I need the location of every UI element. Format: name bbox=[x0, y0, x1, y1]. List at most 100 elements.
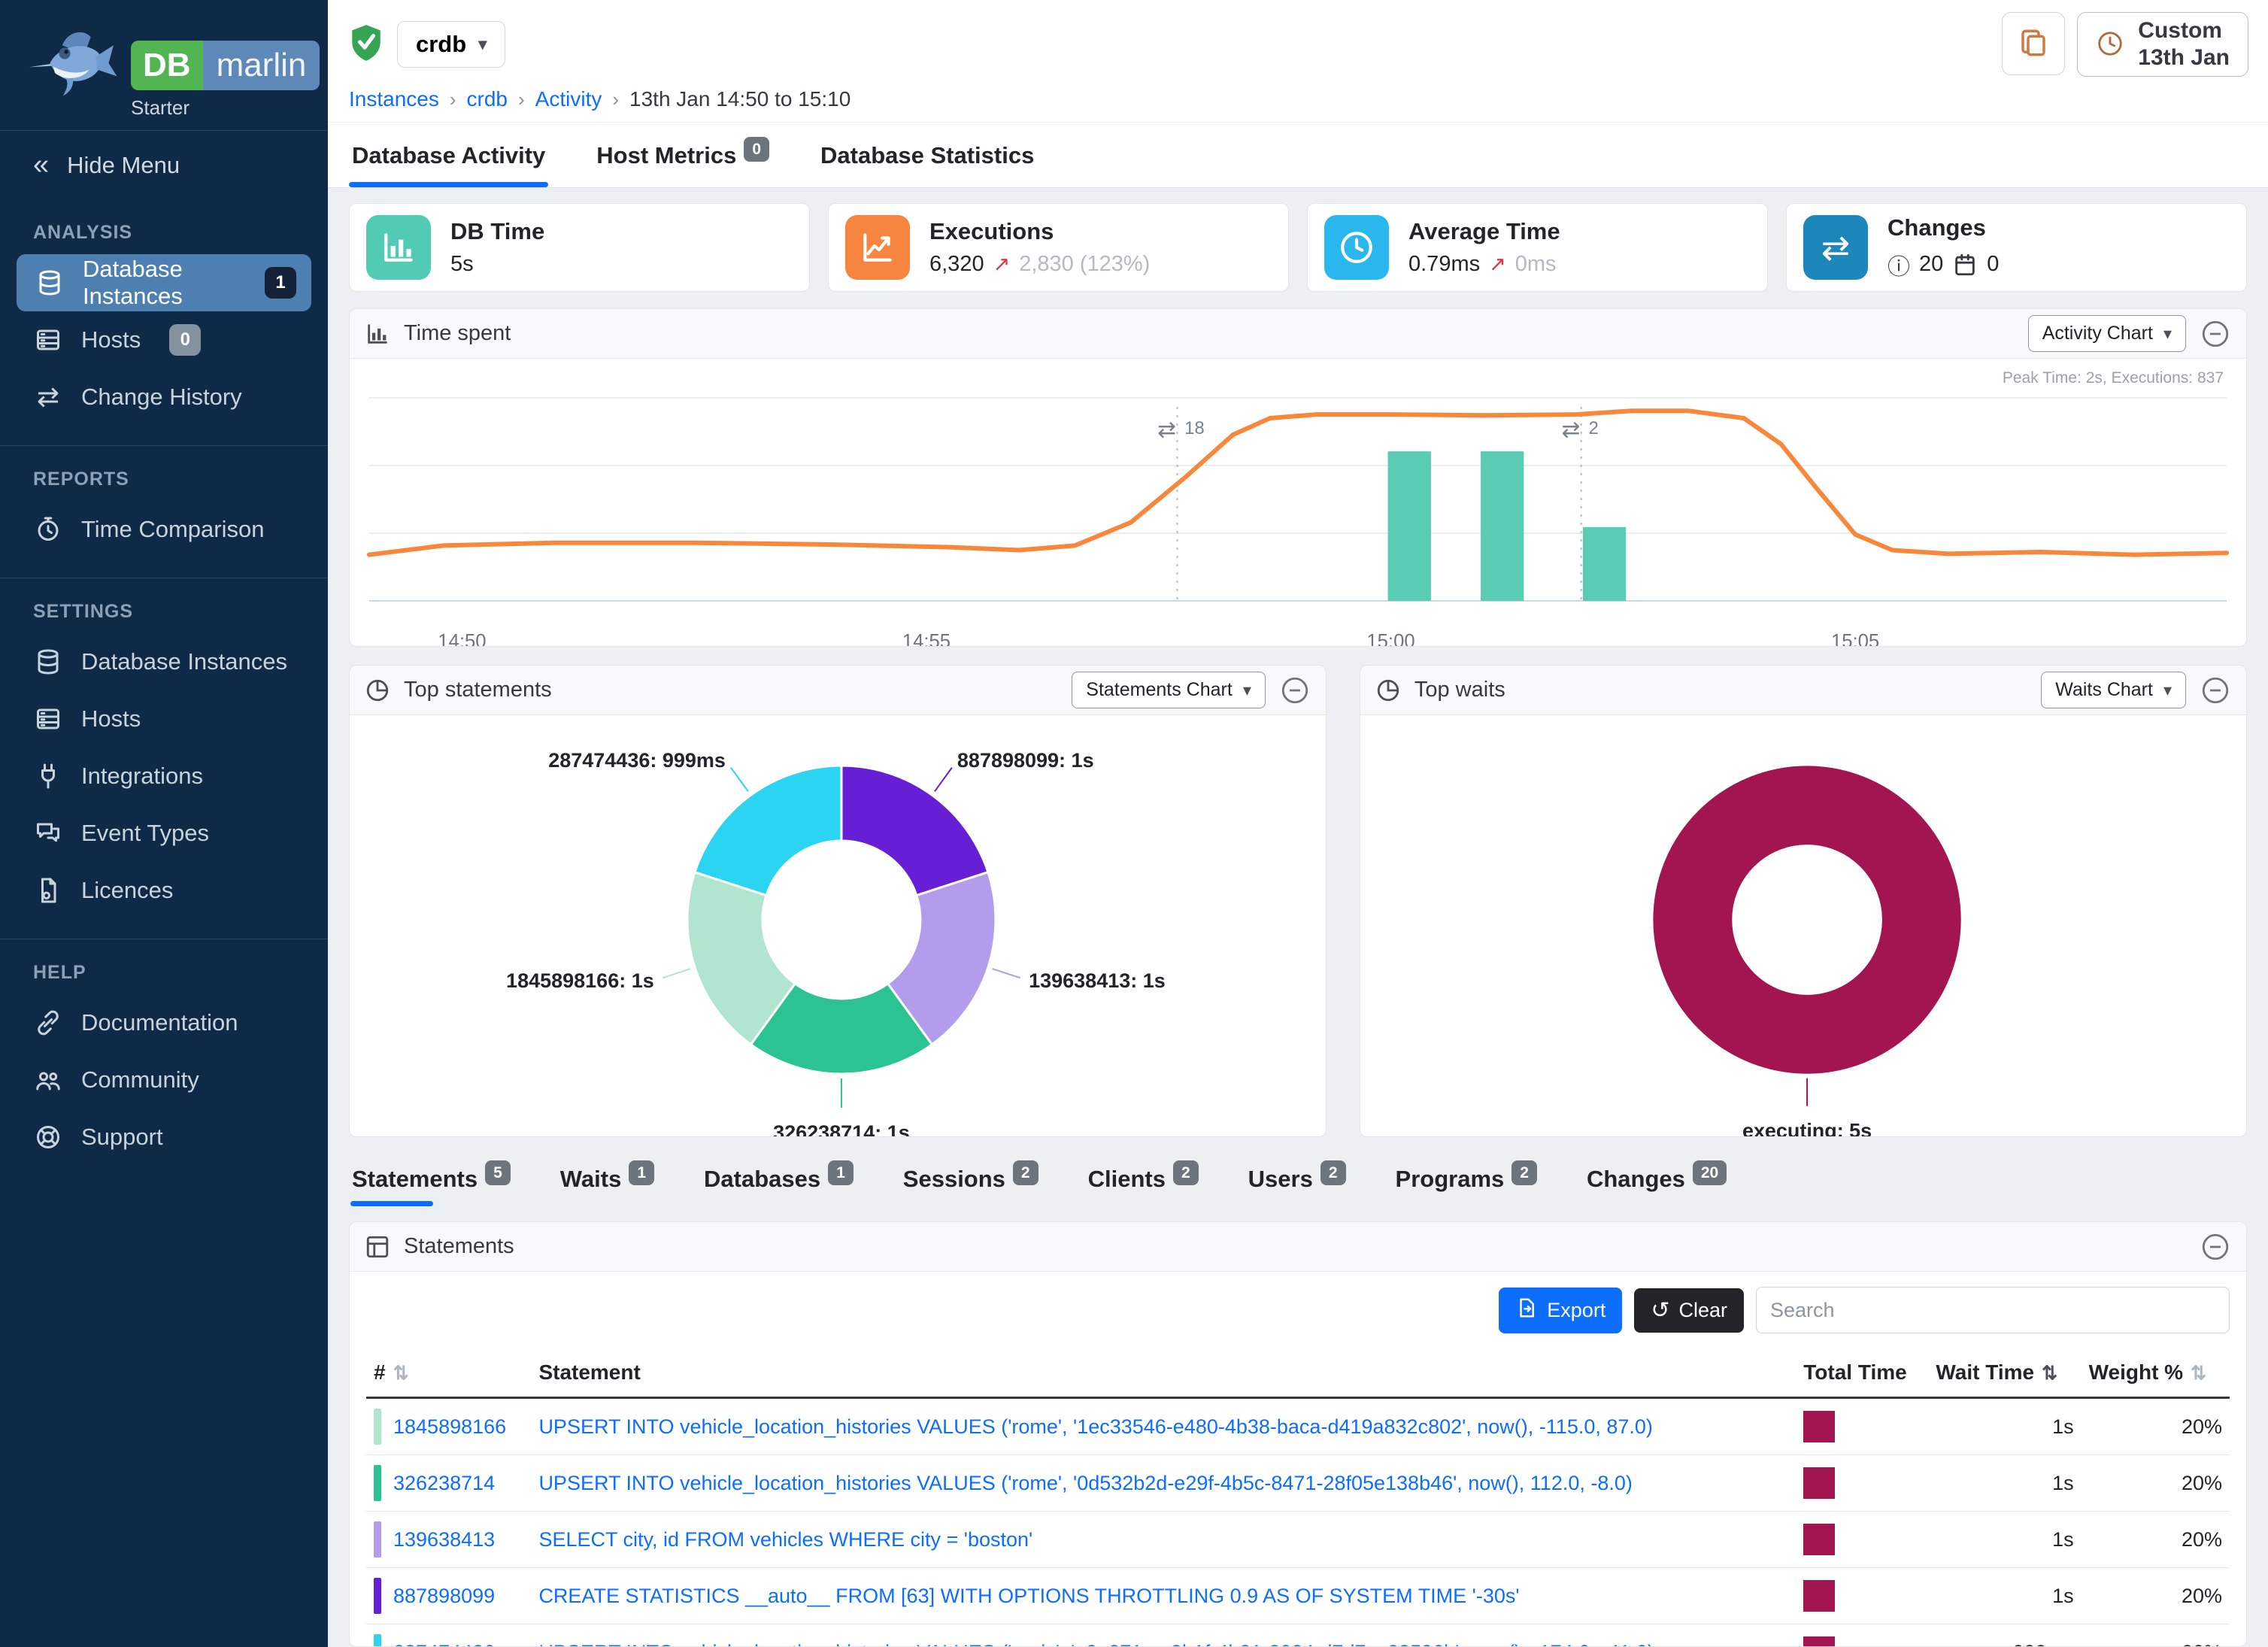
sidebar-item-support[interactable]: Support bbox=[0, 1109, 328, 1166]
clear-button[interactable]: ↺ Clear bbox=[1634, 1288, 1744, 1333]
card-value-row: 0.79ms↗0ms bbox=[1408, 252, 1560, 277]
activity-chart-selector[interactable]: Activity Chart ▾ bbox=[2028, 315, 2186, 352]
svg-text:18: 18 bbox=[1184, 418, 1204, 438]
detail-tab-changes[interactable]: Changes20 bbox=[1585, 1160, 1728, 1206]
chevron-down-icon: ▾ bbox=[478, 35, 487, 54]
licences-icon bbox=[33, 875, 63, 905]
documentation-icon bbox=[33, 1008, 63, 1038]
weight-value: 20% bbox=[2082, 1568, 2230, 1624]
column-header-[interactable]: #⇅ bbox=[366, 1348, 531, 1398]
waits-chart-selector[interactable]: Waits Chart ▾ bbox=[2041, 672, 2186, 708]
undo-icon: ↺ bbox=[1651, 1297, 1669, 1324]
detail-tab-label: Users bbox=[1248, 1166, 1313, 1192]
hide-menu-button[interactable]: « Hide Menu bbox=[0, 130, 328, 199]
detail-tab-databases[interactable]: Databases1 bbox=[702, 1160, 855, 1206]
svg-text:326238714: 1s: 326238714: 1s bbox=[773, 1121, 910, 1136]
statement-id-link[interactable]: 139638413 bbox=[393, 1528, 495, 1551]
community-icon bbox=[33, 1065, 63, 1095]
sidebar-item-community[interactable]: Community bbox=[0, 1051, 328, 1109]
breadcrumb-item-instances[interactable]: Instances bbox=[349, 87, 439, 111]
tab-badge: 0 bbox=[744, 137, 769, 162]
statement-id-link[interactable]: 1845898166 bbox=[393, 1415, 506, 1439]
detail-tab-clients[interactable]: Clients2 bbox=[1087, 1160, 1200, 1206]
column-header-weight[interactable]: Weight %⇅ bbox=[2082, 1348, 2230, 1398]
breadcrumb-separator: › bbox=[439, 88, 467, 111]
sidebar-item-label: Hosts bbox=[81, 705, 141, 733]
statement-id-link[interactable]: 326238714 bbox=[393, 1472, 495, 1495]
statement-link[interactable]: UPSERT INTO vehicle_location_histories V… bbox=[538, 1415, 1652, 1438]
sidebar-item-hosts[interactable]: Hosts0 bbox=[0, 311, 328, 369]
brand-db: DB bbox=[131, 41, 203, 90]
search-input[interactable] bbox=[1756, 1287, 2230, 1333]
statement-id-link[interactable]: 287474436 bbox=[393, 1641, 495, 1647]
peak-annotation: Peak Time: 2s, Executions: 837 bbox=[2003, 369, 2224, 387]
pie-chart-icon bbox=[365, 678, 390, 703]
detail-tab-label: Databases bbox=[704, 1166, 820, 1192]
detail-tab-statements[interactable]: Statements5 bbox=[350, 1160, 512, 1206]
statement-link[interactable]: UPSERT INTO vehicle_location_histories V… bbox=[538, 1472, 1632, 1494]
tab-label: Host Metrics bbox=[596, 142, 736, 168]
brand-logo[interactable]: DB marlin Starter bbox=[0, 0, 328, 130]
collapse-panel-icon[interactable] bbox=[2200, 1231, 2231, 1263]
event-types-icon bbox=[33, 818, 63, 848]
column-label: Wait Time bbox=[1936, 1360, 2034, 1384]
detail-tab-label: Clients bbox=[1088, 1166, 1166, 1192]
time-comparison-icon bbox=[33, 514, 63, 544]
tab-database-statistics[interactable]: Database Statistics bbox=[817, 123, 1037, 187]
detail-tab-sessions[interactable]: Sessions2 bbox=[902, 1160, 1040, 1206]
detail-tab-badge: 1 bbox=[629, 1160, 654, 1185]
detail-tab-programs[interactable]: Programs2 bbox=[1394, 1160, 1539, 1206]
export-icon bbox=[1515, 1297, 1538, 1324]
export-button[interactable]: Export bbox=[1499, 1288, 1622, 1333]
breadcrumb-item-13th-jan-14-50-to-15-10: 13th Jan 14:50 to 15:10 bbox=[629, 87, 850, 111]
sidebar-item-database-instances[interactable]: Database Instances1 bbox=[17, 254, 311, 311]
sidebar-item-integrations[interactable]: Integrations bbox=[0, 748, 328, 805]
tab-host-metrics[interactable]: Host Metrics 0 bbox=[593, 123, 772, 187]
tab-database-activity[interactable]: Database Activity bbox=[349, 123, 548, 187]
sort-icon: ⇅ bbox=[2191, 1363, 2206, 1384]
card-delta: 2,830 (123%) bbox=[1019, 252, 1150, 277]
card-value-row: ⓘ200 bbox=[1887, 248, 1999, 281]
collapse-panel-icon[interactable] bbox=[2200, 318, 2231, 350]
statement-color-bar bbox=[374, 1465, 381, 1501]
sidebar-item-licences[interactable]: Licences bbox=[0, 862, 328, 919]
statement-link[interactable]: CREATE STATISTICS __auto__ FROM [63] WIT… bbox=[538, 1585, 1519, 1607]
sort-icon: ⇅ bbox=[2042, 1363, 2057, 1384]
wait-time-value: 1s bbox=[1928, 1455, 2081, 1512]
card-average-time: Average Time0.79ms↗0ms bbox=[1307, 203, 1768, 292]
calendar-icon bbox=[1952, 252, 1978, 278]
trend-up-icon: ↗ bbox=[993, 253, 1011, 276]
svg-text:287474436: 999ms: 287474436: 999ms bbox=[548, 749, 726, 772]
card-changes: ⇄Changesⓘ200 bbox=[1786, 203, 2247, 292]
total-time-bar bbox=[1803, 1524, 1835, 1555]
sidebar-item-hosts[interactable]: Hosts bbox=[0, 690, 328, 748]
card-title: DB Time bbox=[450, 218, 544, 245]
sidebar-item-documentation[interactable]: Documentation bbox=[0, 994, 328, 1051]
statement-color-bar bbox=[374, 1634, 381, 1647]
breadcrumb-item-activity[interactable]: Activity bbox=[535, 87, 602, 111]
sidebar-item-database-instances[interactable]: Database Instances bbox=[0, 633, 328, 690]
collapse-panel-icon[interactable] bbox=[2200, 675, 2231, 706]
collapse-panel-icon[interactable] bbox=[1279, 675, 1311, 706]
table-toolbar: Export ↺ Clear bbox=[350, 1272, 2246, 1338]
detail-tab-waits[interactable]: Waits1 bbox=[559, 1160, 656, 1206]
instance-selector[interactable]: crdb ▾ bbox=[397, 21, 505, 68]
column-header-wait-time[interactable]: Wait Time ⇅ bbox=[1928, 1348, 2081, 1398]
brand-marlin: marlin bbox=[203, 41, 320, 90]
detail-tab-users[interactable]: Users2 bbox=[1247, 1160, 1348, 1206]
time-range-button[interactable]: Custom 13th Jan bbox=[2077, 12, 2248, 77]
sidebar-section-settings: SETTINGSDatabase InstancesHostsIntegrati… bbox=[0, 578, 328, 939]
statements-chart-selector[interactable]: Statements Chart ▾ bbox=[1072, 672, 1266, 708]
copy-link-button[interactable] bbox=[2002, 12, 2065, 75]
breadcrumb-item-crdb[interactable]: crdb bbox=[467, 87, 508, 111]
total-time-bar bbox=[1803, 1467, 1835, 1499]
sidebar-item-change-history[interactable]: ⇄Change History bbox=[0, 369, 328, 426]
statement-link[interactable]: SELECT city, id FROM vehicles WHERE city… bbox=[538, 1528, 1032, 1551]
sidebar-item-event-types[interactable]: Event Types bbox=[0, 805, 328, 862]
statement-id-link[interactable]: 887898099 bbox=[393, 1585, 495, 1608]
statement-link[interactable]: UPSERT INTO vehicle_location_histories V… bbox=[538, 1641, 1654, 1647]
copy-icon bbox=[2018, 27, 2049, 61]
main-content: crdb ▾ bbox=[328, 0, 2268, 1647]
sidebar-item-label: Database Instances bbox=[83, 256, 236, 310]
sidebar-item-time-comparison[interactable]: Time Comparison bbox=[0, 501, 328, 558]
